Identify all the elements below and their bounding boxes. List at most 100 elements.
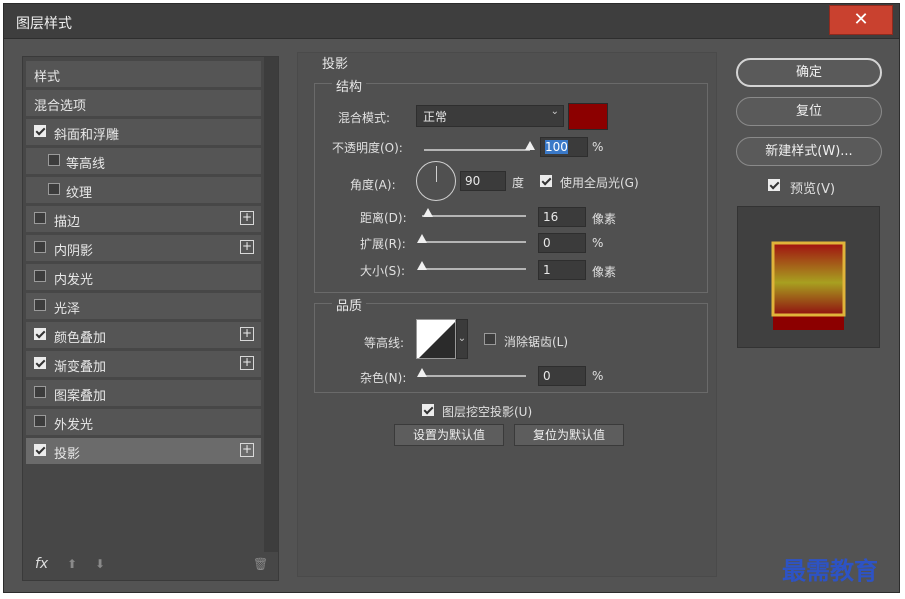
styles-footer-bar: fx ⬆ ⬇ 🗑: [23, 550, 278, 580]
title-bar[interactable]: 图层样式 ✕: [4, 4, 899, 39]
add-effect-icon[interactable]: +: [240, 443, 254, 457]
style-item[interactable]: 外发光: [26, 409, 261, 435]
style-item-label: 等高线: [66, 157, 106, 172]
distance-slider-track[interactable]: [422, 215, 526, 217]
style-item-checkbox[interactable]: [34, 444, 46, 456]
style-item-checkbox[interactable]: [34, 415, 46, 427]
style-item-label: 斜面和浮雕: [54, 128, 120, 143]
ok-button[interactable]: 确定: [736, 58, 882, 87]
styles-list-panel: 样式 混合选项斜面和浮雕等高线纹理描边 + 内阴影 + 内发光光泽颜色叠加 + 渐变叠加 + 图…: [22, 56, 279, 581]
style-item-checkbox[interactable]: [34, 125, 46, 137]
add-effect-icon[interactable]: +: [240, 211, 254, 225]
move-down-icon[interactable]: ⬇: [95, 557, 105, 571]
blend-mode-value: 正常: [423, 110, 448, 124]
style-item-checkbox[interactable]: [34, 299, 46, 311]
style-preview: [737, 206, 880, 348]
reset-button[interactable]: 复位: [736, 97, 882, 126]
structure-title: 结构: [332, 76, 367, 95]
style-item[interactable]: 渐变叠加 +: [26, 351, 261, 377]
distance-label: 距离(D):: [360, 211, 407, 225]
style-item[interactable]: 投影 +: [26, 438, 261, 464]
size-input[interactable]: 1: [538, 260, 586, 280]
anti-alias-checkbox[interactable]: [484, 333, 496, 345]
style-item[interactable]: 等高线: [26, 148, 261, 174]
style-item-label: 混合选项: [34, 99, 87, 114]
reset-default-button[interactable]: 复位为默认值: [514, 424, 624, 446]
style-item[interactable]: 内发光: [26, 264, 261, 290]
spread-slider-handle[interactable]: [417, 234, 427, 243]
style-item[interactable]: 斜面和浮雕: [26, 119, 261, 145]
trash-icon[interactable]: 🗑: [253, 557, 268, 571]
spread-slider-track[interactable]: [422, 241, 526, 243]
blend-mode-select[interactable]: 正常 ⌄: [416, 105, 564, 127]
style-item-label: 光泽: [54, 302, 81, 317]
style-item-checkbox[interactable]: [34, 241, 46, 253]
distance-input[interactable]: 16: [538, 207, 586, 227]
style-item-label: 图案叠加: [54, 389, 107, 404]
contour-preview[interactable]: [416, 319, 456, 359]
contour-label: 等高线:: [364, 336, 405, 350]
style-item-label: 投影: [54, 447, 81, 462]
knockout-checkbox[interactable]: [422, 404, 434, 416]
angle-label: 角度(A):: [350, 178, 396, 192]
chevron-down-icon: ⌄: [550, 106, 559, 117]
close-button[interactable]: ✕: [829, 5, 893, 35]
style-item-checkbox[interactable]: [48, 154, 60, 166]
distance-unit: 像素: [592, 212, 617, 226]
style-item-checkbox[interactable]: [48, 183, 60, 195]
style-item-checkbox[interactable]: [34, 270, 46, 282]
size-slider-track[interactable]: [422, 268, 526, 270]
knockout-label: 图层挖空投影(U): [442, 405, 533, 419]
global-light-checkbox[interactable]: [540, 175, 552, 187]
spread-input[interactable]: 0: [538, 233, 586, 253]
preview-checkbox[interactable]: [768, 179, 780, 191]
size-label: 大小(S):: [360, 264, 406, 278]
style-item-label: 外发光: [54, 418, 94, 433]
noise-input[interactable]: 0: [538, 366, 586, 386]
angle-dial[interactable]: [416, 161, 456, 201]
new-style-button[interactable]: 新建样式(W)...: [736, 137, 882, 166]
opacity-input[interactable]: 100: [540, 137, 588, 157]
style-item[interactable]: 颜色叠加 +: [26, 322, 261, 348]
opacity-slider-handle[interactable]: [525, 141, 535, 150]
blend-mode-label: 混合模式:: [338, 111, 391, 125]
fx-icon[interactable]: fx: [35, 556, 48, 572]
styles-header[interactable]: 样式: [26, 61, 261, 87]
style-item[interactable]: 光泽: [26, 293, 261, 319]
size-unit: 像素: [592, 265, 617, 279]
style-item[interactable]: 混合选项: [26, 90, 261, 116]
noise-slider-handle[interactable]: [417, 368, 427, 377]
opacity-unit: %: [592, 140, 604, 154]
move-up-icon[interactable]: ⬆: [67, 557, 77, 571]
preview-thumbnail: [771, 241, 846, 330]
make-default-button[interactable]: 设置为默认值: [394, 424, 504, 446]
style-item[interactable]: 图案叠加: [26, 380, 261, 406]
global-light-label: 使用全局光(G): [560, 176, 639, 190]
noise-slider-track[interactable]: [422, 375, 526, 377]
opacity-slider-track[interactable]: [424, 149, 530, 151]
contour-dropdown-chevron[interactable]: ⌄: [456, 319, 468, 359]
noise-label: 杂色(N):: [360, 371, 407, 385]
style-item-checkbox[interactable]: [34, 212, 46, 224]
add-effect-icon[interactable]: +: [240, 356, 254, 370]
styles-list-scrollbar[interactable]: [264, 57, 278, 552]
angle-unit: 度: [512, 176, 525, 190]
add-effect-icon[interactable]: +: [240, 240, 254, 254]
opacity-label: 不透明度(O):: [332, 141, 403, 155]
spread-unit: %: [592, 236, 604, 250]
add-effect-icon[interactable]: +: [240, 327, 254, 341]
style-item-label: 渐变叠加: [54, 360, 107, 375]
style-item-label: 内阴影: [54, 244, 94, 259]
style-item-checkbox[interactable]: [34, 328, 46, 340]
style-item[interactable]: 内阴影 +: [26, 235, 261, 261]
angle-input[interactable]: 90: [460, 171, 506, 191]
style-item-checkbox[interactable]: [34, 357, 46, 369]
size-slider-handle[interactable]: [417, 261, 427, 270]
style-item-checkbox[interactable]: [34, 386, 46, 398]
distance-slider-handle[interactable]: [423, 208, 434, 217]
style-item[interactable]: 纹理: [26, 177, 261, 203]
shadow-color-swatch[interactable]: [568, 103, 608, 130]
style-item[interactable]: 描边 +: [26, 206, 261, 232]
quality-title: 品质: [332, 295, 367, 314]
preview-label: 预览(V): [790, 182, 836, 197]
